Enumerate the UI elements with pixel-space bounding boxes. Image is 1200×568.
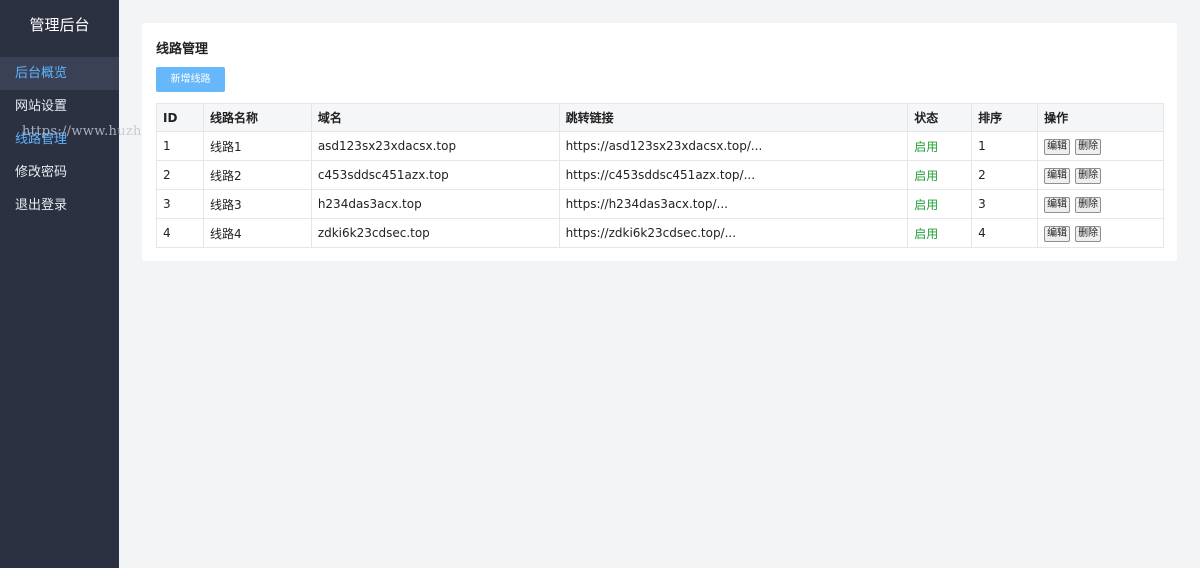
cell-domain: c453sddsc451azx.top: [310, 160, 560, 190]
column-header-actions: 操作: [1037, 103, 1164, 132]
column-header-name: 线路名称: [202, 103, 312, 132]
sidebar-item-route-management[interactable]: 线路管理: [0, 123, 119, 156]
edit-button[interactable]: 编辑: [1044, 167, 1071, 184]
column-header-sort: 排序: [971, 103, 1039, 132]
delete-button[interactable]: 删除: [1075, 138, 1102, 155]
column-header-link: 跳转链接: [558, 103, 909, 132]
cell-status: 启用: [907, 218, 973, 248]
cell-status: 启用: [907, 189, 973, 219]
cell-status: 启用: [907, 160, 973, 190]
cell-id: 3: [156, 189, 204, 219]
delete-button[interactable]: 删除: [1075, 167, 1102, 184]
cell-status: 启用: [907, 131, 973, 161]
sidebar-item-site-settings[interactable]: 网站设置: [0, 90, 119, 123]
cell-link: https://h234das3acx.top/...: [558, 189, 909, 219]
cell-name: 线路1: [202, 131, 312, 161]
cell-link: https://zdki6k23cdsec.top/...: [558, 218, 909, 248]
cell-sort: 4: [971, 218, 1039, 248]
cell-domain: h234das3acx.top: [310, 189, 560, 219]
table-row: 1 线路1 asd123sx23xdacsx.top https://asd12…: [156, 131, 1164, 161]
sidebar: 管理后台 后台概览 网站设置 线路管理 修改密码 退出登录: [0, 0, 119, 568]
cell-actions: 编辑 删除: [1037, 218, 1164, 248]
page-title: 线路管理: [156, 42, 209, 57]
edit-button[interactable]: 编辑: [1044, 138, 1071, 155]
cell-actions: 编辑 删除: [1037, 189, 1164, 219]
cell-link: https://c453sddsc451azx.top/...: [558, 160, 909, 190]
content-panel: 线路管理 新增线路 ID 线路名称 域名 跳转链接 状态 排序 操作 1 线路1…: [142, 23, 1177, 261]
cell-link: https://asd123sx23xdacsx.top/...: [558, 131, 909, 161]
delete-button[interactable]: 删除: [1075, 225, 1102, 242]
cell-name: 线路2: [202, 160, 312, 190]
sidebar-item-change-password[interactable]: 修改密码: [0, 156, 119, 189]
cell-name: 线路3: [202, 189, 312, 219]
column-header-id: ID: [156, 103, 204, 132]
cell-actions: 编辑 删除: [1037, 160, 1164, 190]
table-row: 3 线路3 h234das3acx.top https://h234das3ac…: [156, 189, 1164, 219]
cell-sort: 1: [971, 131, 1039, 161]
cell-id: 2: [156, 160, 204, 190]
cell-domain: zdki6k23cdsec.top: [310, 218, 560, 248]
cell-sort: 2: [971, 160, 1039, 190]
cell-actions: 编辑 删除: [1037, 131, 1164, 161]
edit-button[interactable]: 编辑: [1044, 196, 1071, 213]
column-header-status: 状态: [907, 103, 973, 132]
cell-id: 1: [156, 131, 204, 161]
route-table: ID 线路名称 域名 跳转链接 状态 排序 操作 1 线路1 asd123sx2…: [156, 103, 1164, 248]
cell-id: 4: [156, 218, 204, 248]
column-header-domain: 域名: [310, 103, 560, 132]
cell-domain: asd123sx23xdacsx.top: [310, 131, 560, 161]
table-row: 2 线路2 c453sddsc451azx.top https://c453sd…: [156, 160, 1164, 190]
table-header-row: ID 线路名称 域名 跳转链接 状态 排序 操作: [156, 103, 1164, 132]
delete-button[interactable]: 删除: [1075, 196, 1102, 213]
edit-button[interactable]: 编辑: [1044, 225, 1071, 242]
add-route-button[interactable]: 新增线路: [156, 67, 225, 92]
sidebar-item-overview[interactable]: 后台概览: [0, 57, 119, 90]
sidebar-item-logout[interactable]: 退出登录: [0, 189, 119, 222]
table-row: 4 线路4 zdki6k23cdsec.top https://zdki6k23…: [156, 218, 1164, 248]
brand-title: 管理后台: [29, 16, 90, 34]
cell-sort: 3: [971, 189, 1039, 219]
cell-name: 线路4: [202, 218, 312, 248]
